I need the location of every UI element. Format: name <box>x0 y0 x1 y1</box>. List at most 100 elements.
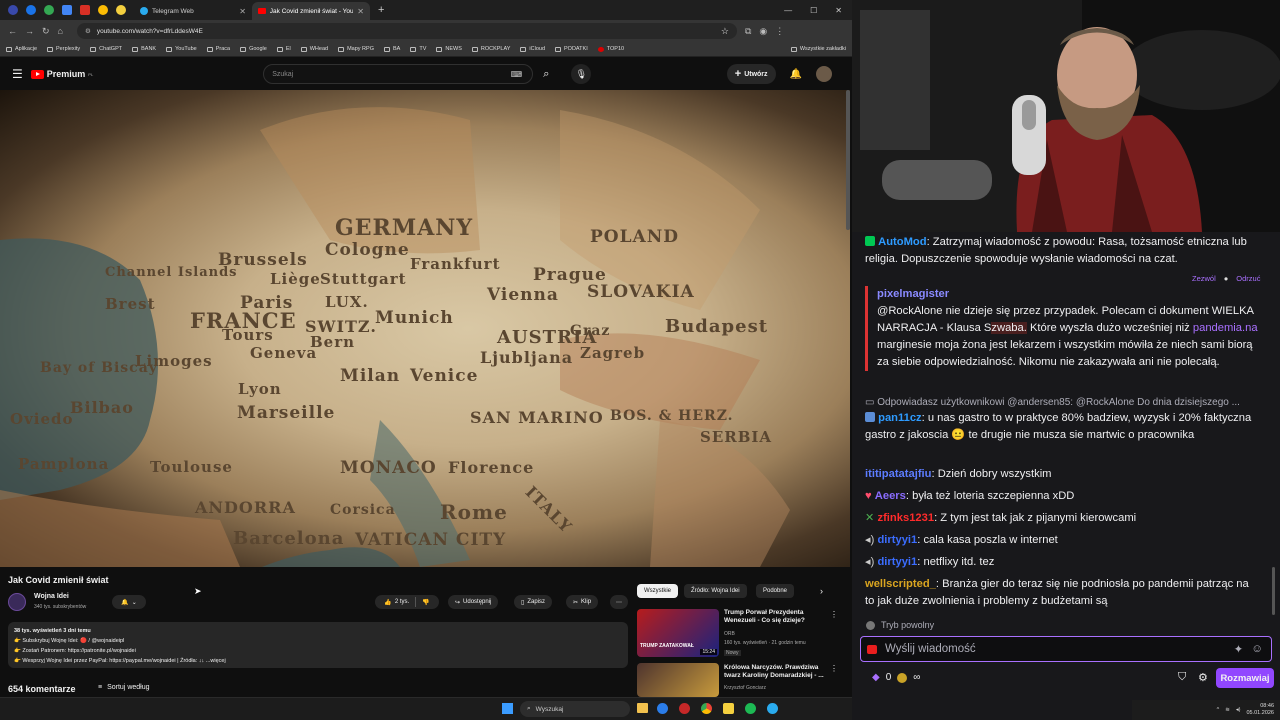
save-button[interactable]: ▯ Zapisz <box>514 595 552 609</box>
chip-source[interactable]: Źródło: Wojna Idei <box>684 584 747 598</box>
allow-button[interactable]: Zezwól <box>1192 270 1216 287</box>
edge-icon[interactable] <box>657 703 668 714</box>
opera-icon[interactable] <box>679 703 690 714</box>
url-field[interactable]: ⚙ youtube.com/watch?v=dfrLddesW4E ☆ <box>76 23 737 39</box>
share-button[interactable]: ↪ Udostępnij <box>448 595 499 609</box>
clip-button[interactable]: ✂ Klip <box>566 595 599 609</box>
bookmark-item[interactable]: TV <box>410 46 426 52</box>
chat-scrollbar[interactable] <box>1272 567 1275 615</box>
related-thumbnail[interactable]: TRUMP ZAATAKOWAŁ 15:24 <box>637 609 719 657</box>
chat-message-input[interactable]: Wyślij wiadomość ✦ ☺ <box>860 636 1272 662</box>
subscription-bell-button[interactable]: 🔔 ⌄ <box>112 595 146 609</box>
browser-tab-telegram[interactable]: Telegram Web ✕ <box>134 2 252 20</box>
home-icon[interactable]: ⌂ <box>58 26 63 36</box>
dislike-icon[interactable]: 👎 <box>422 599 429 606</box>
extension-icon[interactable] <box>8 5 18 15</box>
telegram-icon[interactable] <box>767 703 778 714</box>
keyboard-icon[interactable]: ⌨ <box>511 70 523 79</box>
taskbar-search[interactable]: ⌕ Wyszukaj <box>520 701 630 717</box>
extension-icon[interactable] <box>80 5 90 15</box>
bookmark-item[interactable]: YouTube <box>166 46 197 52</box>
bookmark-item[interactable]: Praca <box>206 46 230 52</box>
hamburger-menu-icon[interactable]: ☰ <box>12 67 23 81</box>
extension-icon[interactable] <box>62 5 72 15</box>
deny-button[interactable]: Odrzuć <box>1236 270 1260 287</box>
close-tab-icon[interactable]: ✕ <box>239 7 246 16</box>
chat-username[interactable]: ititipatatajfiu <box>865 468 932 480</box>
browser-tab-youtube[interactable]: Jak Covid zmienił świat - YouTu... ✕ <box>252 2 370 20</box>
app-icon[interactable] <box>723 703 734 714</box>
chat-username[interactable]: AutoMod <box>878 236 926 248</box>
search-icon[interactable]: ⌕ <box>543 68 549 81</box>
extensions-icon[interactable]: ⧉ <box>745 26 751 37</box>
volume-icon[interactable]: ◂) <box>1236 707 1241 713</box>
video-player[interactable]: GERMANY Cologne Frankfurt Brussels Stutt… <box>0 90 850 567</box>
chat-username[interactable]: wellscripted_ <box>865 578 936 590</box>
like-count[interactable]: 2 tys. <box>395 599 409 605</box>
shield-mod-icon[interactable]: ⛉ <box>1178 671 1186 684</box>
account-avatar[interactable] <box>816 66 832 82</box>
chat-username[interactable]: zfinks1231 <box>877 512 934 524</box>
minimize-icon[interactable]: — <box>784 6 792 15</box>
chip-related[interactable]: Podobne <box>756 584 795 598</box>
chevron-right-icon[interactable]: › <box>820 586 823 596</box>
bookmark-item[interactable]: Mapy RPG <box>338 46 374 52</box>
windows-start-icon[interactable] <box>502 703 513 714</box>
page-scrollbar[interactable] <box>846 90 850 230</box>
bookmark-item[interactable]: ChatGPT <box>90 46 122 52</box>
profile-icon[interactable]: ◉ <box>759 26 767 37</box>
bookmark-item[interactable]: WHead <box>300 46 328 52</box>
site-info-icon[interactable]: ⚙ <box>85 27 91 35</box>
link-text[interactable]: pandemia.na <box>1193 322 1258 334</box>
bookmark-star-icon[interactable]: ☆ <box>721 26 729 37</box>
related-channel[interactable]: Krzysztof Gonciarz <box>724 685 766 691</box>
notifications-bell-icon[interactable]: 🔔 <box>790 69 802 80</box>
bookmark-item[interactable]: PODATKI <box>555 46 588 52</box>
bookmark-item[interactable]: iCloud <box>520 46 545 52</box>
related-thumbnail[interactable] <box>637 663 719 697</box>
magic-wand-icon[interactable]: ✦ <box>1234 642 1244 656</box>
bookmark-item[interactable]: BANK <box>132 46 156 52</box>
bookmark-item[interactable]: Google <box>240 46 267 52</box>
back-icon[interactable]: ← <box>8 26 17 36</box>
bookmark-item[interactable]: TOP10 <box>597 46 624 52</box>
extension-icon[interactable] <box>98 5 108 15</box>
bookmark-item[interactable]: NEWS <box>436 46 462 52</box>
file-explorer-icon[interactable] <box>637 703 648 713</box>
reply-context[interactable]: ▭ Odpowiadasz użytkownikowi @andersen85:… <box>865 394 1260 411</box>
close-tab-icon[interactable]: ✕ <box>357 7 364 16</box>
more-actions-button[interactable]: ⋯ <box>610 595 628 609</box>
more-dots-icon[interactable]: ⋮ <box>830 610 838 619</box>
extension-icon[interactable] <box>116 5 126 15</box>
chat-send-button[interactable]: Rozmawiaj <box>1216 668 1274 688</box>
settings-gear-icon[interactable]: ⚙ <box>1198 671 1208 684</box>
related-title[interactable]: Królowa Narcyzów. Prawdziwa twarz Karoli… <box>724 664 824 680</box>
bookmark-item[interactable]: ROCKPLAY <box>471 46 510 52</box>
held-message[interactable]: pixelmagister @RockAlone nie dzieje się … <box>865 286 1265 371</box>
extension-icon[interactable] <box>26 5 36 15</box>
video-description[interactable]: 38 tys. wyświetleń 3 dni temu 👉 Subskryb… <box>8 622 628 668</box>
close-window-icon[interactable]: ✕ <box>835 6 842 15</box>
chip-all[interactable]: Wszystkie <box>637 584 678 598</box>
spotify-icon[interactable] <box>745 703 756 714</box>
search-input[interactable]: Szukaj ⌨ <box>263 64 534 84</box>
bookmark-item[interactable]: Perplexity <box>47 46 80 52</box>
mic-icon[interactable]: 🎙 <box>571 64 592 84</box>
channel-points[interactable]: ◆ 0 ∞ <box>872 672 920 683</box>
emote-picker-icon[interactable]: ☺ <box>1251 643 1263 655</box>
related-title[interactable]: Trump Porwał Prezydenta Wenezueli - Co s… <box>724 609 824 625</box>
youtube-logo[interactable]: Premium PL <box>30 69 93 79</box>
maximize-icon[interactable]: ☐ <box>810 6 817 15</box>
bookmark-item[interactable]: Aplikacje <box>6 46 37 52</box>
channel-name[interactable]: Wojna Idei <box>34 593 69 600</box>
clock[interactable]: 08:46 05.01.2026 <box>1246 703 1274 717</box>
related-channel[interactable]: ORB <box>724 631 735 637</box>
new-tab-button[interactable]: + <box>378 4 384 16</box>
like-icon[interactable]: 👍 <box>384 599 391 606</box>
menu-dots-icon[interactable]: ⋮ <box>775 26 784 37</box>
reload-icon[interactable]: ↻ <box>42 26 50 37</box>
sort-comments-button[interactable]: ≡ Sortuj według <box>98 684 150 691</box>
create-button[interactable]: + Utwórz <box>726 64 776 84</box>
chat-username[interactable]: pan11cz <box>878 412 922 424</box>
chat-username[interactable]: dirtyyi1 <box>877 534 917 546</box>
